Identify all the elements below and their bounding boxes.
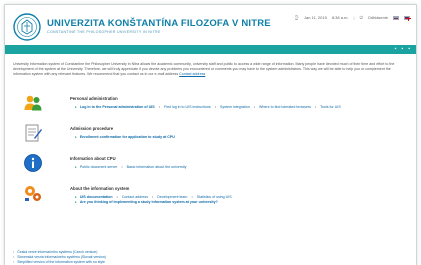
people-icon (24, 95, 42, 111)
contact-address-section-link[interactable]: Contact address (122, 195, 148, 199)
minus-icon[interactable]: ▪ (395, 46, 397, 52)
basic-information-link[interactable]: Basic information about the university (127, 165, 187, 169)
enrollment-confirmation-link[interactable]: Enrollment confirmation for application … (80, 135, 175, 139)
english-flag-icon[interactable] (404, 15, 411, 21)
document-pen-icon (25, 124, 42, 142)
section-links: ▸ Log in to the Personal administration … (75, 105, 341, 109)
arrow-icon: ▸ (75, 135, 77, 139)
navigation-bar: ▪ ▪ ▪ (5, 45, 416, 54)
top-meta-bar: ⌚ Jan 11, 2015 8:38 a.m. | ⏻ Odhlásenie (294, 15, 411, 21)
arrow-icon: ▸ (75, 105, 77, 109)
date-label: Jan 11, 2015 (304, 15, 327, 20)
section-title: Personal administration (70, 96, 118, 101)
university-subtitle: CONSTANTINE THE PHILOSOPHER UNIVERSITY I… (47, 30, 161, 34)
section-title: Admission procedure (70, 126, 114, 131)
section-links: ▸ Enrollment confirmation for applicatio… (75, 135, 410, 140)
browser-window: UNIVERZITA KONŠTANTÍNA FILOZOFA V NITRE … (4, 4, 417, 265)
logout-link[interactable]: Odhlásenie (368, 15, 388, 20)
slovak-flag-icon[interactable] (393, 15, 399, 20)
section-title: About the information system (70, 186, 130, 191)
university-title[interactable]: UNIVERZITA KONŠTANTÍNA FILOZOFA V NITRE (47, 18, 271, 29)
section-about-information-system: About the information system ▸ UIS docum… (13, 183, 416, 217)
info-icon (24, 154, 42, 172)
simplified-version-link[interactable]: Simplified version of the information sy… (13, 260, 106, 265)
first-login-link[interactable]: First log in to UIS instructions (164, 105, 211, 109)
public-document-server-link[interactable]: Public document server (80, 165, 118, 169)
uis-documentation-link[interactable]: UIS documentation (80, 195, 113, 199)
logout-icon[interactable]: ⏻ (360, 15, 363, 20)
contact-address-link[interactable]: Contact address (179, 72, 205, 76)
separator: | (353, 15, 355, 20)
intro-paragraph: University information system of Constan… (13, 62, 408, 89)
settings-icon[interactable]: ▪ (408, 46, 410, 52)
section-links: ▸ UIS documentation • Contact address • … (75, 195, 232, 204)
development-team-link[interactable]: Development team (157, 195, 187, 199)
clock-icon: ⌚ (294, 15, 299, 20)
arrow-icon: ▸ (75, 165, 77, 169)
section-information-about-cpu: Information about CPU ▸ Public document … (13, 153, 416, 183)
login-personal-admin-link[interactable]: Log in to the Personal administration of… (80, 105, 155, 109)
university-seal-logo[interactable] (13, 13, 41, 41)
time-label: 8:38 a.m. (331, 15, 349, 20)
section-links: ▸ Public document server • Basic informa… (75, 165, 187, 169)
section-personal-administration: Personal administration ▸ Log in to the … (13, 93, 416, 123)
tools-link[interactable]: Tools for UIS (320, 105, 341, 109)
page-header: UNIVERZITA KONŠTANTÍNA FILOZOFA V NITRE … (5, 5, 416, 45)
section-admission-procedure: Admission procedure ▸ Enrollment confirm… (13, 123, 416, 153)
gears-icon (25, 186, 41, 201)
system-integration-link[interactable]: System integration (220, 105, 250, 109)
browsers-link[interactable]: Where to find tolerated browsers (259, 105, 311, 109)
statistics-link[interactable]: Statistics of using UIS (197, 195, 232, 199)
arrow-icon: ▸ (75, 195, 77, 199)
implementing-system-link[interactable]: Are you thinking of implementing a study… (80, 200, 218, 204)
version-links: Česká verze informačního systému (Czech … (13, 250, 106, 265)
section-title: Information about CPU (70, 156, 116, 161)
arrow-icon: ▸ (75, 200, 77, 204)
print-icon[interactable]: ▪ (401, 46, 403, 52)
